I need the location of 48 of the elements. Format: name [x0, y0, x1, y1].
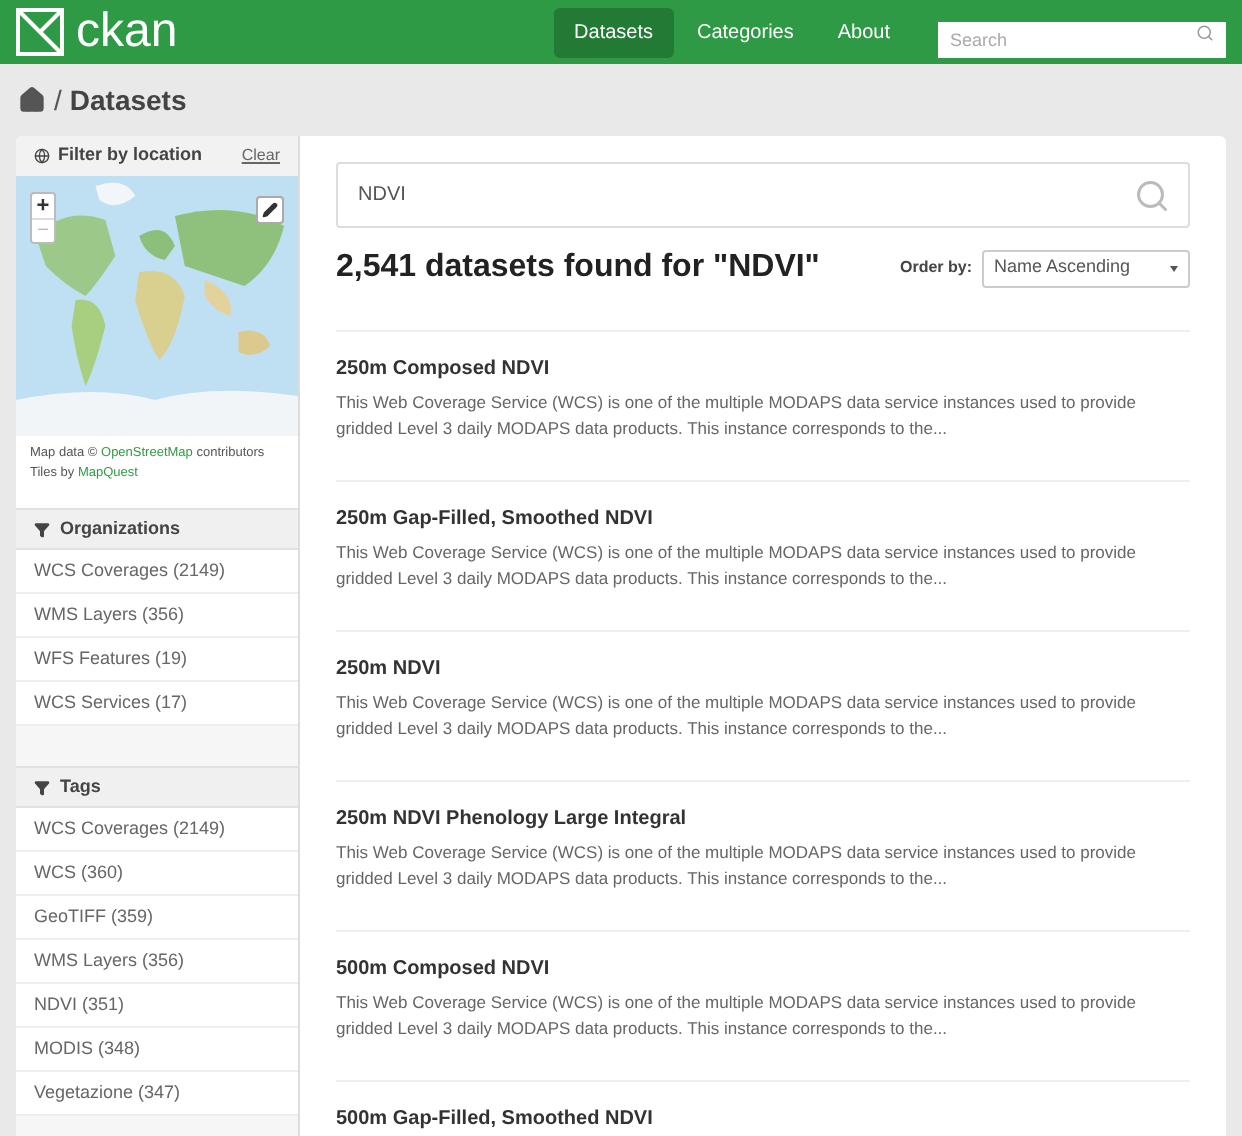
nav-link[interactable]: About: [817, 7, 910, 57]
globe-icon: [34, 148, 50, 164]
breadcrumb-separator: /: [54, 81, 62, 119]
dataset-title[interactable]: 250m NDVI Phenology Large Integral: [336, 808, 1190, 832]
zoom-in-button[interactable]: +: [32, 194, 54, 218]
facet-item[interactable]: WFS Features (19): [16, 638, 298, 682]
facet-item[interactable]: WMS Layers (356): [16, 594, 298, 638]
clear-link[interactable]: Clear: [241, 144, 280, 168]
facet-item[interactable]: MODIS (348): [16, 1028, 298, 1072]
search-icon: [1134, 177, 1170, 213]
results-heading: 2,541 datasets found for "NDVI": [336, 248, 820, 288]
facet-item[interactable]: WCS Coverages (2149): [16, 550, 298, 594]
order-label: Order by:: [899, 256, 972, 280]
facet-item[interactable]: GeoTIFF (359): [16, 896, 298, 940]
dataset-title[interactable]: 250m NDVI: [336, 658, 1190, 682]
pencil-icon: [262, 202, 278, 218]
dataset-description: This Web Coverage Service (WCS) is one of the multiple MODAPS data service instances used to provide gridded Level 3 daily MODAPS data products. This instance corresponds to the...: [336, 990, 1138, 1040]
order-select[interactable]: Name Ascending: [982, 249, 1190, 287]
facet-item[interactable]: WMS Layers (356): [16, 940, 298, 984]
dataset-description: This Web Coverage Service (WCS) is one of the multiple MODAPS data service instances used to provide gridded Level 3 daily MODAPS data products. This instance corresponds to the...: [336, 840, 1138, 890]
facet-item[interactable]: WCS Services (17): [16, 682, 298, 726]
dataset-title[interactable]: 250m Composed NDVI: [336, 358, 1190, 382]
filter-icon: [34, 521, 50, 537]
home-icon[interactable]: [18, 86, 46, 114]
draw-button[interactable]: [256, 196, 284, 224]
dataset-description: This Web Coverage Service (WCS) is one of the multiple MODAPS data service instances used to provide gridded Level 3 daily MODAPS data products. This instance corresponds to the...: [336, 390, 1138, 440]
facet-title: Organizations: [60, 515, 181, 542]
dataset-title[interactable]: 500m Composed NDVI: [336, 958, 1190, 982]
facet-item[interactable]: NDVI (351): [16, 984, 298, 1028]
logo-text[interactable]: ckan: [76, 8, 178, 56]
section-title: Filter by location: [58, 142, 203, 169]
dataset-title[interactable]: 500m Gap-Filled, Smoothed NDVI: [336, 1108, 1190, 1132]
facet-item[interactable]: WCS (360): [16, 852, 298, 896]
search-field[interactable]: NDVI: [336, 162, 1190, 228]
search-field[interactable]: Search: [938, 22, 1226, 58]
dataset-description: This Web Coverage Service (WCS) is one of the multiple MODAPS data service instances used to provide gridded Level 3 daily MODAPS data products. This instance corresponds to the...: [336, 540, 1138, 590]
search-icon: [1196, 23, 1214, 41]
facet-item[interactable]: WCS Coverages (2149): [16, 808, 298, 852]
filter-icon: [34, 779, 50, 795]
facet-item[interactable]: Vegetazione (347): [16, 1072, 298, 1116]
nav-link[interactable]: Categories: [677, 7, 814, 57]
logo-icon: [16, 8, 64, 56]
facet-title: Tags: [60, 773, 101, 800]
nav-link[interactable]: Datasets: [554, 7, 673, 57]
dataset-description: This Web Coverage Service (WCS) is one of the multiple MODAPS data service instances used to provide gridded Level 3 daily MODAPS data products. This instance corresponds to the...: [336, 690, 1138, 740]
dataset-title[interactable]: 250m Gap-Filled, Smoothed NDVI: [336, 508, 1190, 532]
breadcrumb-current[interactable]: Datasets: [69, 79, 187, 121]
caret-icon: [1170, 265, 1178, 271]
